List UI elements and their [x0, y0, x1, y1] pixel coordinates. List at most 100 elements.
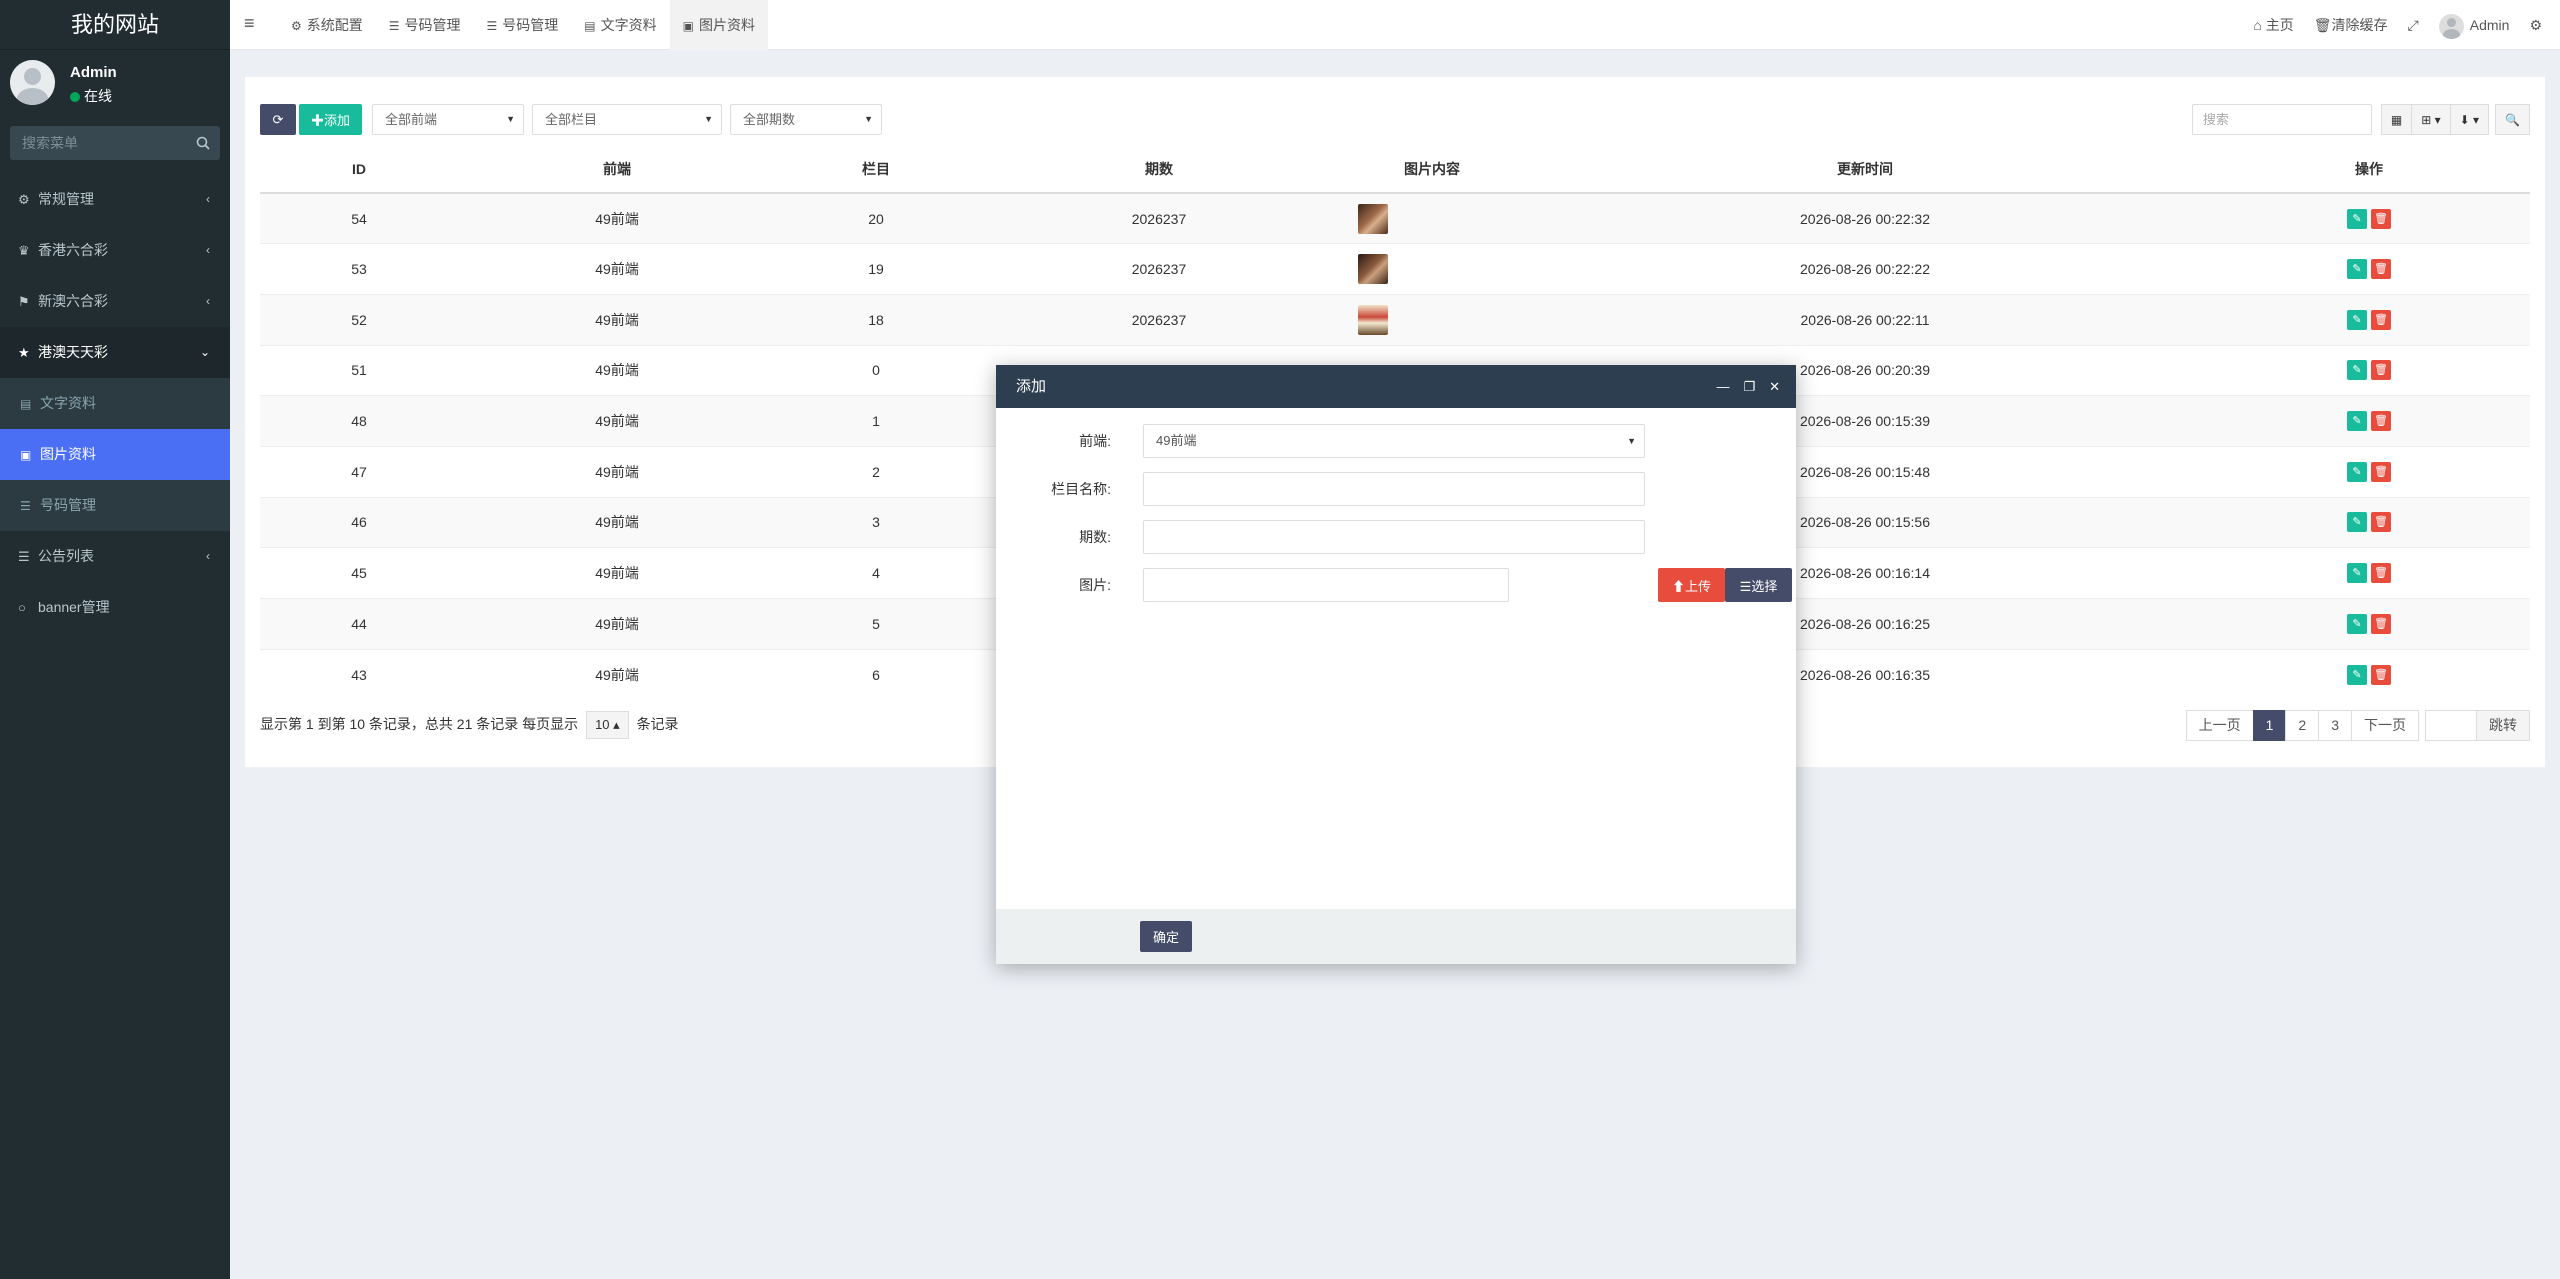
frontend-select[interactable]: 49前端 ▼: [1143, 424, 1645, 458]
export-icon: ⬇: [2459, 112, 2470, 127]
menu-toggle-icon[interactable]: ≡: [244, 13, 255, 34]
trash-icon: 🗑: [2374, 313, 2388, 326]
delete-button[interactable]: 🗑: [2371, 512, 2391, 533]
delete-button[interactable]: 🗑: [2371, 664, 2391, 685]
image-thumbnail[interactable]: [1358, 203, 1388, 234]
table-row[interactable]: 52 49前端 18 2026237 2026-08-26 00:22:11 ✎ 🗑: [260, 293, 2530, 346]
sidebar-item-macau-lottery[interactable]: ⚑ 新澳六合彩 ‹: [0, 276, 230, 327]
column-header-updated[interactable]: 更新时间: [1522, 146, 2208, 194]
column-header-id[interactable]: ID: [260, 146, 458, 194]
pencil-icon: ✎: [2352, 617, 2362, 630]
sidebar-item-banner[interactable]: ○ banner管理: [0, 582, 230, 633]
image-icon: ▣: [682, 19, 694, 33]
toggle-view-button[interactable]: ▦: [2380, 104, 2413, 135]
sidebar-item-hk-lottery[interactable]: ♛ 香港六合彩 ‹: [0, 225, 230, 276]
cell-period: 2026237: [976, 243, 1342, 295]
prev-page-button[interactable]: 上一页: [2185, 710, 2254, 741]
edit-button[interactable]: ✎: [2347, 309, 2367, 330]
pencil-icon: ✎: [2352, 212, 2362, 225]
sidebar-subitem-image-data[interactable]: ▣ 图片资料: [0, 429, 230, 480]
online-dot-icon: [70, 92, 80, 102]
column-header-frontend[interactable]: 前端: [458, 146, 776, 194]
column-filter-select[interactable]: 全部栏目 ▼: [532, 104, 722, 135]
advanced-search-button[interactable]: 🔍: [2495, 104, 2530, 135]
column-header-period[interactable]: 期数: [976, 146, 1342, 194]
frontend-filter-select[interactable]: 全部前端 ▼: [372, 104, 524, 135]
sidebar-item-general[interactable]: ⚙ 常规管理 ‹: [0, 174, 230, 225]
table-toolbar: ⟳ ✚添加 全部前端 ▼ 全部栏目 ▼ 全部期数 ▼: [260, 104, 890, 135]
home-link[interactable]: ⌂ 主页: [2243, 0, 2303, 50]
edit-button[interactable]: ✎: [2347, 563, 2367, 584]
settings-button[interactable]: ⚙: [2519, 0, 2560, 50]
export-button[interactable]: ⬇ ▾: [2449, 104, 2490, 135]
delete-button[interactable]: 🗑: [2371, 411, 2391, 432]
edit-button[interactable]: ✎: [2347, 411, 2367, 432]
menu-search-input[interactable]: [10, 126, 180, 160]
edit-button[interactable]: ✎: [2347, 512, 2367, 533]
page-3-button[interactable]: 3: [2318, 710, 2352, 741]
sidebar-item-notices[interactable]: ☰ 公告列表 ‹: [0, 531, 230, 582]
add-dialog: 添加 — ❐ ✕ 前端: 49前端 ▼ 栏目名称: 期数: 图片: ⬆上传 ☰选择…: [996, 365, 1796, 964]
image-thumbnail[interactable]: [1358, 304, 1388, 335]
page-size-select[interactable]: 10 ▴: [586, 711, 629, 739]
trophy-icon: ♛: [18, 243, 30, 258]
edit-button[interactable]: ✎: [2347, 461, 2367, 482]
delete-button[interactable]: 🗑: [2371, 461, 2391, 482]
image-thumbnail[interactable]: [1358, 254, 1388, 285]
period-input[interactable]: [1143, 520, 1645, 554]
cell-image: [1342, 192, 1522, 244]
delete-button[interactable]: 🗑: [2371, 613, 2391, 634]
column-name-input[interactable]: [1143, 472, 1645, 506]
add-button[interactable]: ✚添加: [299, 104, 362, 135]
image-path-input[interactable]: [1143, 568, 1509, 602]
delete-button[interactable]: 🗑: [2371, 563, 2391, 584]
edit-button[interactable]: ✎: [2347, 208, 2367, 229]
edit-button[interactable]: ✎: [2347, 259, 2367, 280]
column-header-image[interactable]: 图片内容: [1342, 146, 1522, 194]
clear-cache-button[interactable]: 🗑清除缓存: [2304, 0, 2398, 50]
upload-button[interactable]: ⬆上传: [1658, 568, 1725, 602]
choose-button[interactable]: ☰选择: [1725, 568, 1792, 602]
period-filter-select[interactable]: 全部期数 ▼: [730, 104, 882, 135]
edit-button[interactable]: ✎: [2347, 664, 2367, 685]
jump-page-input[interactable]: [2425, 710, 2477, 741]
tab-system-config[interactable]: ⚙ 系统配置: [278, 0, 376, 50]
columns-button[interactable]: ⊞ ▾: [2411, 104, 2451, 135]
admin-menu[interactable]: Admin: [2429, 0, 2520, 50]
delete-button[interactable]: 🗑: [2371, 309, 2391, 330]
tab-number-manage-2[interactable]: ☰ 号码管理: [474, 0, 572, 50]
column-header-column[interactable]: 栏目: [776, 146, 976, 194]
fullscreen-button[interactable]: ⤢: [2398, 0, 2429, 50]
cell-frontend: 49前端: [458, 648, 776, 700]
table-search-input[interactable]: [2191, 104, 2372, 135]
trash-icon: 🗑: [2374, 567, 2388, 580]
pencil-icon: ✎: [2352, 263, 2362, 276]
edit-button[interactable]: ✎: [2347, 360, 2367, 381]
jump-button[interactable]: 跳转: [2476, 710, 2530, 741]
tab-text-data[interactable]: ▤ 文字资料: [571, 0, 669, 50]
table-row[interactable]: 54 49前端 20 2026237 2026-08-26 00:22:32 ✎ 🗑: [260, 192, 2530, 244]
close-icon[interactable]: ✕: [1769, 365, 1780, 408]
table-toolbar-right: ▦ ⊞ ▾ ⬇ ▾ 🔍: [2191, 104, 2530, 135]
next-page-button[interactable]: 下一页: [2351, 710, 2419, 741]
refresh-button[interactable]: ⟳: [260, 104, 296, 135]
site-logo[interactable]: 我的网站: [0, 0, 230, 50]
minimize-icon[interactable]: —: [1716, 365, 1729, 408]
edit-button[interactable]: ✎: [2347, 613, 2367, 634]
table-row[interactable]: 53 49前端 19 2026237 2026-08-26 00:22:22 ✎ 🗑: [260, 243, 2530, 295]
gear-icon: ⚙: [291, 19, 302, 33]
page-1-button[interactable]: 1: [2252, 710, 2287, 741]
delete-button[interactable]: 🗑: [2371, 360, 2391, 381]
maximize-icon[interactable]: ❐: [1743, 365, 1755, 408]
tab-image-data[interactable]: ▣ 图片资料: [669, 0, 768, 50]
confirm-button[interactable]: 确定: [1140, 921, 1192, 952]
cell-actions: ✎ 🗑: [2208, 445, 2530, 498]
page-2-button[interactable]: 2: [2285, 710, 2320, 741]
sidebar-subitem-number-manage[interactable]: ☰ 号码管理: [0, 480, 230, 531]
sidebar-item-daily-lottery[interactable]: ★ 港澳天天彩 ⌄: [0, 327, 230, 378]
tab-number-manage-1[interactable]: ☰ 号码管理: [376, 0, 474, 50]
delete-button[interactable]: 🗑: [2371, 259, 2391, 280]
search-icon[interactable]: [196, 136, 210, 150]
sidebar-subitem-text-data[interactable]: ▤ 文字资料: [0, 378, 230, 429]
delete-button[interactable]: 🗑: [2371, 208, 2391, 229]
